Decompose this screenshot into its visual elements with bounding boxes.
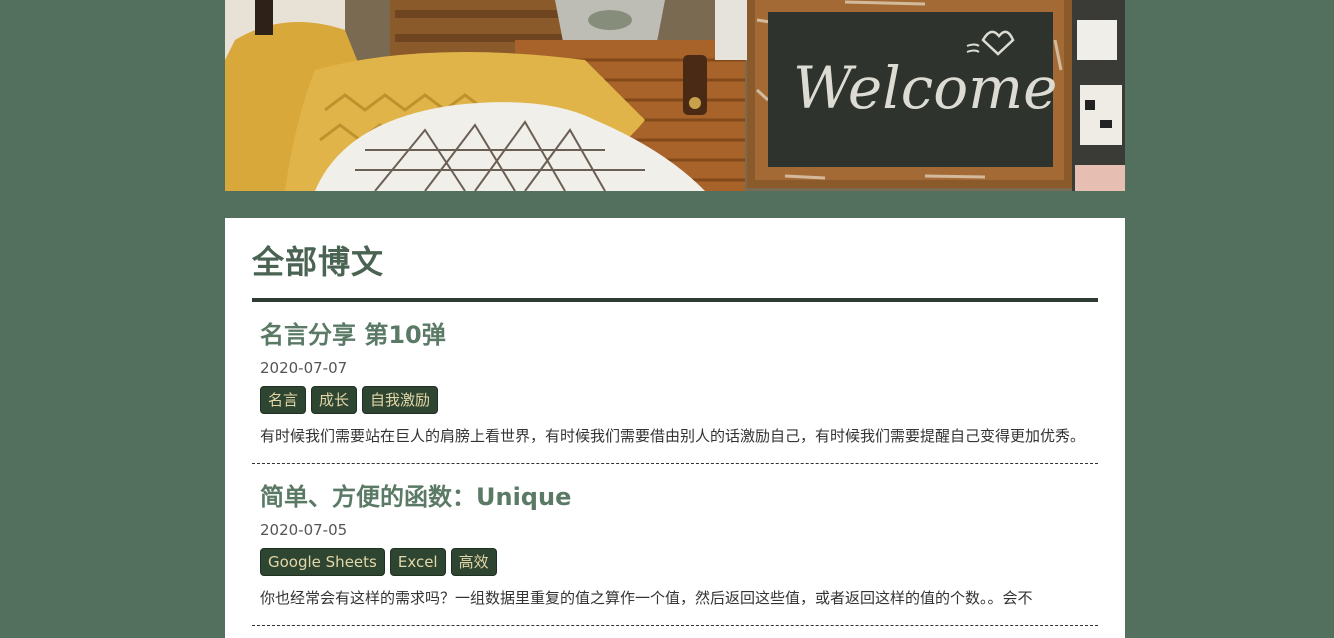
- post-tags: 名言 成长 自我激励: [260, 386, 1090, 414]
- tag-badge[interactable]: 自我激励: [362, 386, 439, 414]
- post-date: 2020-07-07: [260, 359, 348, 377]
- tag-badge[interactable]: Excel: [389, 548, 446, 576]
- blog-list-card: 全部博文 名言分享 第10弹 2020-07-07 名言 成长 自我激励 有时候…: [225, 218, 1125, 638]
- tag-badge[interactable]: 成长: [311, 386, 358, 414]
- post-excerpt: 有时候我们需要站在巨人的肩膀上看世界，有时候我们需要借由别人的话激励自己，有时候…: [260, 427, 1086, 445]
- post-title-link[interactable]: 简单、方便的函数：Unique: [260, 480, 1090, 514]
- post-tags: Google Sheets Excel 高效: [260, 548, 1090, 576]
- tag-badge[interactable]: 名言: [260, 386, 307, 414]
- post-date: 2020-07-05: [260, 521, 348, 539]
- post-excerpt: 你也经常会有这样的需求吗？一组数据里重复的值之算作一个值，然后返回这些值，或者返…: [260, 589, 1033, 607]
- welcome-chalk-text: Welcome: [793, 54, 1057, 122]
- tag-badge[interactable]: Google Sheets: [260, 548, 385, 576]
- header-banner-image: Welcome: [225, 0, 1125, 191]
- post-item: 名言分享 第10弹 2020-07-07 名言 成长 自我激励 有时候我们需要站…: [252, 302, 1098, 464]
- page-title: 全部博文: [252, 240, 1098, 302]
- welcome-photo: Welcome: [225, 0, 1125, 191]
- post-title-link[interactable]: 名言分享 第10弹: [260, 318, 1090, 352]
- tag-badge[interactable]: 高效: [450, 548, 497, 576]
- post-item: 简单、方便的函数：Unique 2020-07-05 Google Sheets…: [252, 464, 1098, 626]
